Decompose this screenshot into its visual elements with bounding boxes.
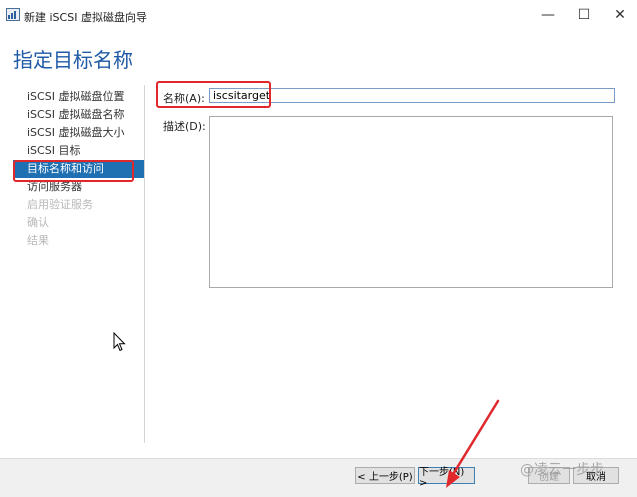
watermark-text: @凌云一步步 <box>520 462 604 478</box>
nav-step-iscsi-target[interactable]: iSCSI 目标 <box>13 142 144 160</box>
description-textarea[interactable] <box>209 116 613 288</box>
nav-step-results: 结果 <box>27 234 49 247</box>
window-title: 新建 iSCSI 虚拟磁盘向导 <box>24 11 147 24</box>
mouse-cursor-icon <box>113 332 126 352</box>
highlight-box-name-field <box>156 81 271 108</box>
server-manager-icon <box>6 8 20 21</box>
title-bar: 新建 iSCSI 虚拟磁盘向导 — ☐ ✕ <box>0 0 637 31</box>
close-button[interactable]: ✕ <box>602 4 637 26</box>
description-label: 描述(D): <box>163 120 206 133</box>
maximize-button[interactable]: ☐ <box>566 4 602 26</box>
minimize-button[interactable]: — <box>530 4 566 26</box>
nav-step-enable-auth: 启用验证服务 <box>27 198 93 211</box>
nav-step-disk-size[interactable]: iSCSI 虚拟磁盘大小 <box>13 124 144 142</box>
maximize-icon: ☐ <box>577 7 591 23</box>
annotation-arrow-icon <box>446 399 500 488</box>
page-title: 指定目标名称 <box>13 48 133 72</box>
nav-step-confirm: 确认 <box>27 216 49 229</box>
close-icon: ✕ <box>614 7 626 23</box>
previous-button[interactable]: < 上一步(P) <box>355 467 415 484</box>
minimize-icon: — <box>541 7 555 23</box>
nav-divider <box>144 85 145 443</box>
nav-step-disk-name[interactable]: iSCSI 虚拟磁盘名称 <box>13 106 144 124</box>
highlight-box-active-step <box>13 160 134 182</box>
nav-step-disk-location[interactable]: iSCSI 虚拟磁盘位置 <box>13 88 144 106</box>
